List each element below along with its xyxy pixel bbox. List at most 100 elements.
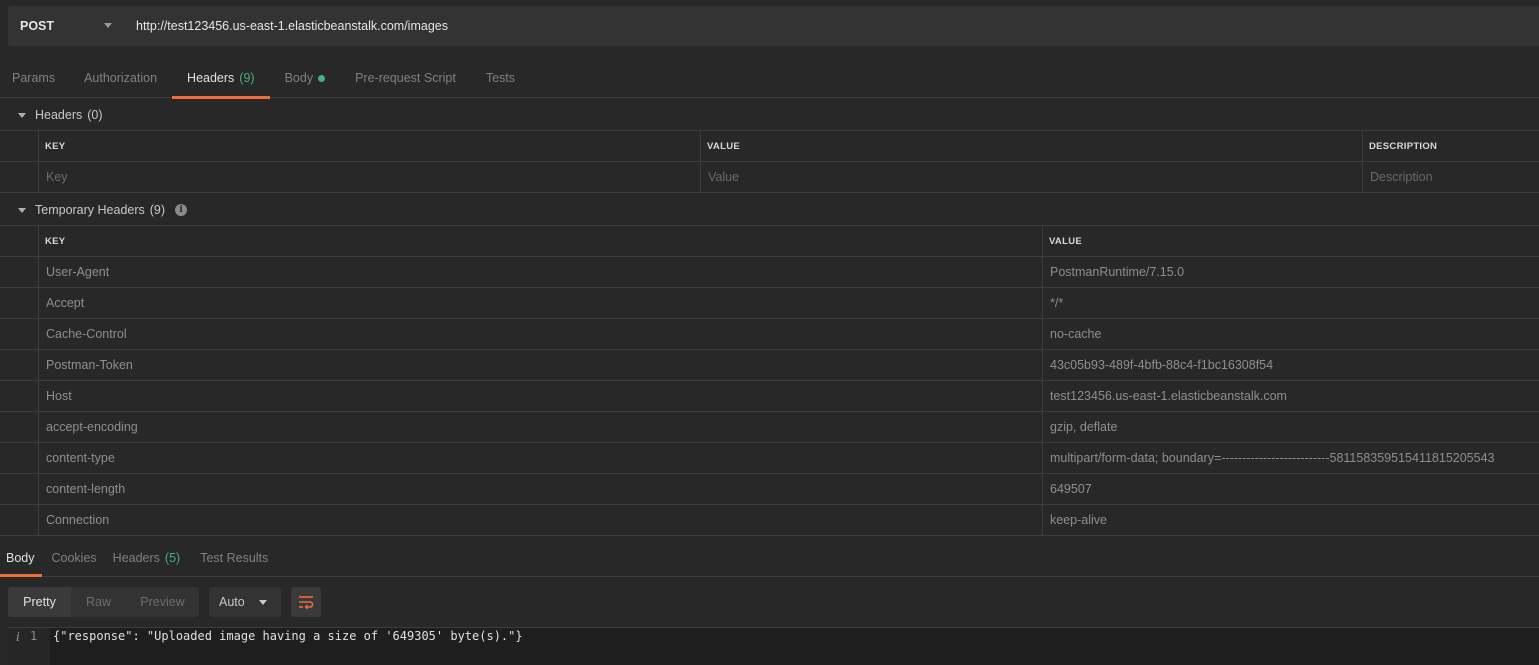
headers-section-toggle[interactable]: Headers (0) bbox=[0, 99, 1539, 131]
tab-pre-request-script-label: Pre-request Script bbox=[355, 71, 456, 85]
row-gutter bbox=[0, 350, 39, 380]
table-header-row: KEY VALUE DESCRIPTION bbox=[0, 131, 1539, 162]
line-number: 1 bbox=[30, 629, 38, 643]
column-header-description: DESCRIPTION bbox=[1369, 140, 1438, 152]
header-value: PostmanRuntime/7.15.0 bbox=[1050, 265, 1185, 279]
header-value: multipart/form-data; boundary=----------… bbox=[1050, 451, 1495, 465]
view-raw-button[interactable]: Raw bbox=[71, 587, 126, 617]
row-gutter bbox=[0, 505, 39, 535]
header-key: User-Agent bbox=[39, 257, 1043, 287]
header-key: Connection bbox=[39, 505, 1043, 535]
header-value: no-cache bbox=[1050, 327, 1102, 341]
key-input[interactable]: Key bbox=[39, 162, 701, 192]
table-row: content-type multipart/form-data; bounda… bbox=[0, 443, 1539, 474]
table-row: content-length 649507 bbox=[0, 474, 1539, 505]
value-input[interactable]: Value bbox=[701, 162, 1363, 192]
line-gutter: i 1 bbox=[8, 628, 50, 665]
table-row: User-Agent PostmanRuntime/7.15.0 bbox=[0, 257, 1539, 288]
view-pretty-button[interactable]: Pretty bbox=[8, 587, 71, 617]
tab-headers-count: (9) bbox=[239, 71, 255, 85]
temporary-headers-title: Temporary Headers bbox=[35, 203, 145, 217]
temporary-headers-count: (9) bbox=[149, 203, 166, 217]
view-mode-group: Pretty Raw Preview bbox=[8, 587, 199, 617]
row-gutter bbox=[0, 412, 39, 442]
temporary-headers-table: KEY VALUE User-Agent PostmanRuntime/7.15… bbox=[0, 225, 1539, 536]
info-icon[interactable]: i bbox=[175, 204, 188, 216]
tab-params[interactable]: Params bbox=[0, 58, 67, 98]
headers-section-title: Headers bbox=[35, 108, 83, 122]
collapse-triangle-icon bbox=[18, 207, 26, 213]
view-preview-button[interactable]: Preview bbox=[126, 587, 199, 617]
response-tab-test-results-label: Test Results bbox=[200, 551, 269, 565]
chevron-down-icon bbox=[104, 23, 112, 28]
row-gutter bbox=[0, 162, 39, 192]
header-key: content-length bbox=[39, 474, 1043, 504]
response-tab-body[interactable]: Body bbox=[0, 540, 42, 577]
row-gutter bbox=[0, 226, 39, 256]
row-gutter bbox=[0, 381, 39, 411]
description-input[interactable]: Description bbox=[1363, 162, 1539, 192]
tab-params-label: Params bbox=[12, 71, 56, 85]
headers-table: KEY VALUE DESCRIPTION Key Value Descript… bbox=[0, 130, 1539, 193]
header-key: content-type bbox=[39, 443, 1043, 473]
headers-section-count: (0) bbox=[87, 108, 103, 122]
response-body-editor[interactable]: i 1 {"response": "Uploaded image having … bbox=[8, 627, 1539, 665]
table-row: Key Value Description bbox=[0, 162, 1539, 193]
response-tab-body-label: Body bbox=[6, 551, 35, 565]
body-indicator-dot-icon bbox=[318, 74, 326, 82]
response-tab-headers[interactable]: Headers (5) bbox=[107, 540, 187, 576]
url-input[interactable]: http://test123456.us-east-1.elasticbeans… bbox=[125, 6, 1539, 46]
column-header-key: KEY bbox=[39, 226, 1043, 256]
tab-tests[interactable]: Tests bbox=[468, 58, 527, 98]
response-tab-headers-count: (5) bbox=[164, 551, 181, 565]
row-gutter bbox=[0, 257, 39, 287]
column-header-value: VALUE bbox=[1049, 235, 1082, 247]
tab-headers[interactable]: Headers (9) bbox=[172, 58, 270, 99]
response-body-text: {"response": "Uploaded image having a si… bbox=[53, 629, 523, 643]
method-select[interactable]: POST bbox=[8, 6, 125, 46]
header-value: test123456.us-east-1.elasticbeanstalk.co… bbox=[1050, 389, 1287, 403]
table-row: Cache-Control no-cache bbox=[0, 319, 1539, 350]
table-row: Accept */* bbox=[0, 288, 1539, 319]
column-header-value: VALUE bbox=[701, 131, 1363, 161]
wrap-lines-button[interactable] bbox=[291, 587, 321, 617]
tab-body[interactable]: Body bbox=[270, 58, 338, 98]
tab-tests-label: Tests bbox=[485, 71, 515, 85]
tab-authorization[interactable]: Authorization bbox=[67, 58, 169, 98]
header-value: keep-alive bbox=[1050, 513, 1107, 527]
tab-pre-request-script[interactable]: Pre-request Script bbox=[337, 58, 468, 98]
header-value: 43c05b93-489f-4bfb-88c4-f1bc16308f54 bbox=[1050, 358, 1274, 372]
table-row: accept-encoding gzip, deflate bbox=[0, 412, 1539, 443]
tab-authorization-label: Authorization bbox=[84, 71, 158, 85]
table-header-row: KEY VALUE bbox=[0, 226, 1539, 257]
method-label: POST bbox=[20, 19, 55, 33]
tab-body-label: Body bbox=[284, 71, 314, 85]
row-gutter bbox=[0, 474, 39, 504]
tab-headers-label: Headers bbox=[187, 71, 235, 85]
response-tab-headers-label: Headers bbox=[112, 551, 160, 565]
format-select[interactable]: Auto bbox=[209, 587, 281, 617]
row-gutter bbox=[0, 131, 39, 161]
row-gutter bbox=[0, 288, 39, 318]
temporary-headers-section-toggle[interactable]: Temporary Headers (9) i bbox=[0, 194, 1539, 226]
row-gutter bbox=[0, 319, 39, 349]
column-header-key: KEY bbox=[39, 131, 701, 161]
row-gutter bbox=[0, 443, 39, 473]
request-tabs: Params Authorization Headers (9) Body Pr… bbox=[0, 58, 1539, 99]
response-toolbar: Pretty Raw Preview Auto bbox=[0, 586, 1539, 618]
url-text: http://test123456.us-east-1.elasticbeans… bbox=[136, 19, 448, 33]
chevron-down-icon bbox=[259, 600, 267, 605]
header-key: accept-encoding bbox=[39, 412, 1043, 442]
response-tab-test-results[interactable]: Test Results bbox=[190, 540, 274, 576]
header-key: Postman-Token bbox=[39, 350, 1043, 380]
response-tabs: Body Cookies Headers (5) Test Results bbox=[0, 540, 1539, 577]
header-key: Host bbox=[39, 381, 1043, 411]
response-tab-cookies-label: Cookies bbox=[51, 551, 97, 565]
response-tab-cookies[interactable]: Cookies bbox=[46, 540, 103, 576]
collapse-triangle-icon bbox=[18, 112, 26, 118]
table-row: Host test123456.us-east-1.elasticbeansta… bbox=[0, 381, 1539, 412]
header-key: Cache-Control bbox=[39, 319, 1043, 349]
line-info-icon: i bbox=[16, 630, 20, 644]
request-url-bar: POST http://test123456.us-east-1.elastic… bbox=[0, 0, 1539, 56]
header-value: 649507 bbox=[1050, 482, 1092, 496]
